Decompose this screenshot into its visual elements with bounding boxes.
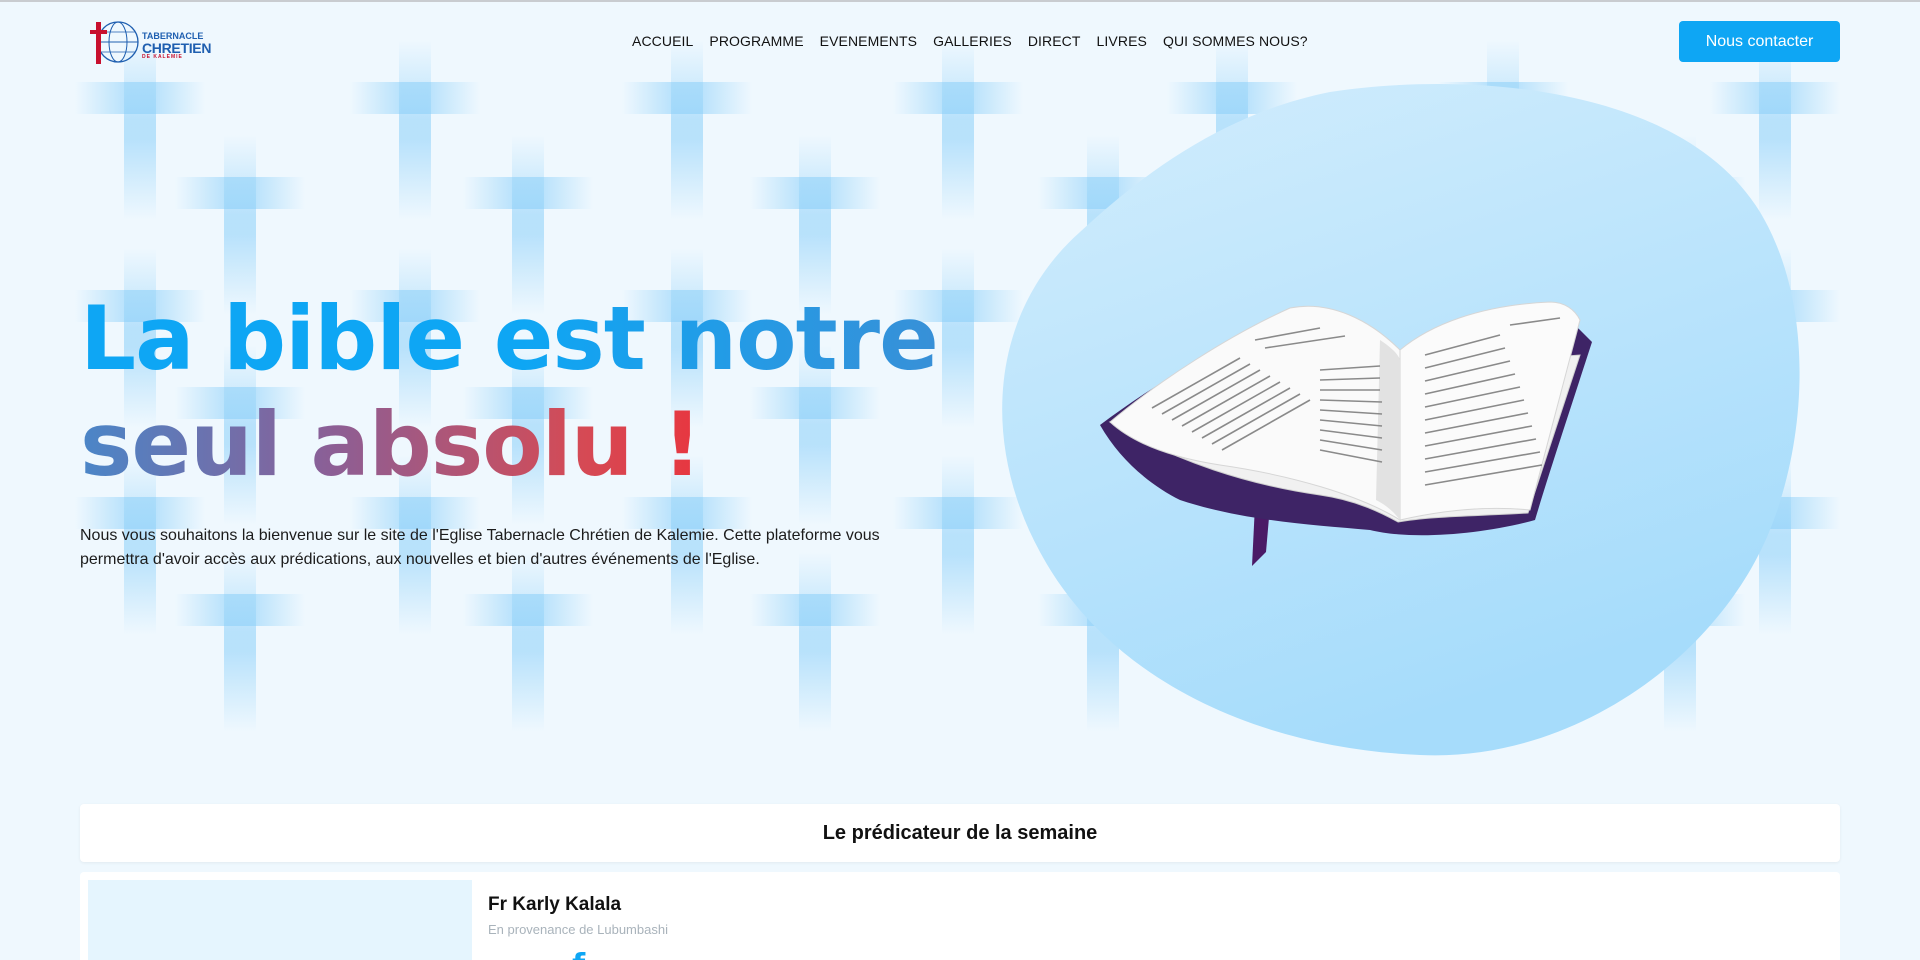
contact-button[interactable]: Nous contacter: [1679, 21, 1840, 62]
sermon-title: — . . f: [488, 948, 585, 960]
preacher-section-title: Le prédicateur de la semaine: [822, 821, 1098, 844]
nav-livres[interactable]: LIVRES: [1097, 33, 1147, 49]
nav-programme[interactable]: PROGRAMME: [709, 33, 803, 49]
preacher-section-header: Le prédicateur de la semaine: [80, 804, 1840, 862]
nav-qui-sommes-nous[interactable]: QUI SOMMES NOUS?: [1163, 33, 1308, 49]
logo-line2: CHRETIEN: [142, 40, 212, 56]
nav-accueil[interactable]: ACCUEIL: [632, 33, 693, 49]
nav-direct[interactable]: DIRECT: [1028, 33, 1081, 49]
nav-evenements[interactable]: EVENEMENTS: [820, 33, 917, 49]
main-nav: ACCUEIL PROGRAMME EVENEMENTS GALLERIES D…: [632, 33, 1324, 49]
church-logo[interactable]: TABERNACLE CHRETIEN DE KALEMIE: [86, 14, 214, 70]
open-bible-icon: [1100, 301, 1592, 566]
nav-galleries[interactable]: GALLERIES: [933, 33, 1012, 49]
hero-description: Nous vous souhaitons la bienvenue sur le…: [80, 527, 880, 568]
hero-title-line1: La bible est notre: [80, 286, 960, 392]
preacher-name: Fr Karly Kalala: [488, 894, 622, 915]
preacher-photo: [88, 880, 472, 960]
preacher-origin: En provenance de Lubumbashi: [488, 922, 668, 937]
logo-globe-cross-icon: [90, 21, 139, 64]
site-header: TABERNACLE CHRETIEN DE KALEMIE ACCUEIL P…: [0, 0, 1920, 84]
hero-title-line2: seul absolu !: [80, 393, 702, 496]
preacher-card[interactable]: Fr Karly Kalala En provenance de Lubumba…: [80, 872, 1840, 960]
hero-title: La bible est notre seul absolu !: [80, 286, 960, 498]
